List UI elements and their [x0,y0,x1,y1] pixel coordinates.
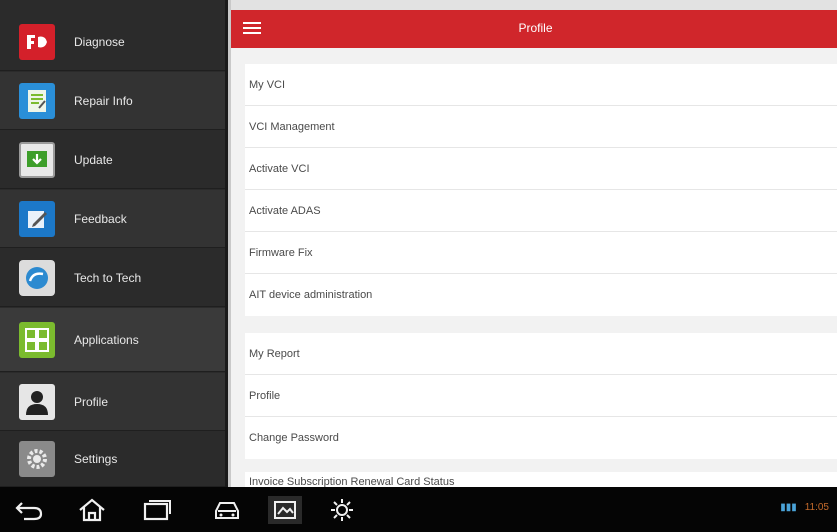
list-item-profile[interactable]: Profile [245,375,837,417]
sidebar-item-label: Tech to Tech [74,270,142,285]
profile-icon [19,383,55,420]
profile-group-account: My Report Profile Change Password [245,333,837,459]
sidebar-item-label: Settings [74,452,118,466]
update-icon [19,141,55,178]
screenshot-icon[interactable] [268,496,302,524]
profile-group-devices: My VCI VCI Management Activate VCI Activ… [245,64,837,316]
title-bar: Profile [231,10,837,48]
sidebar-item-label: Applications [74,332,139,347]
sidebar-item-label: Profile [74,394,109,409]
vehicle-icon[interactable] [210,496,244,524]
list-item-change-password[interactable]: Change Password [245,417,837,459]
sidebar-item-feedback[interactable]: Feedback [0,190,225,248]
home-icon[interactable] [75,496,109,524]
list-item-my-vci[interactable]: My VCI [245,64,837,106]
list-item-firmware-fix[interactable]: Firmware Fix [245,232,837,274]
sidebar-item-profile[interactable]: Profile [0,373,225,431]
status-area: ▮▮▮ 11:05 [780,502,829,513]
settings-icon [19,441,55,477]
list-item-vci-management[interactable]: VCI Management [245,106,837,148]
status-time: 11:05 [804,502,829,513]
list-item-activate-adas[interactable]: Activate ADAS [245,190,837,232]
sidebar-item-label: Feedback [74,211,127,226]
system-nav-bar: ▮▮▮ 11:05 [0,487,837,532]
sidebar-item-label: Update [74,152,113,167]
recent-apps-icon[interactable] [140,496,174,524]
sidebar-item-label: Diagnose [74,34,125,49]
main-panel: Profile My VCI VCI Management Activate V… [228,0,837,487]
sidebar-item-diagnose[interactable]: Diagnose [0,13,225,71]
list-item-ait-device-administration[interactable]: AIT device administration [245,274,837,316]
sidebar-item-settings[interactable]: Settings [0,432,225,487]
sidebar-item-update[interactable]: Update [0,131,225,189]
applications-icon [19,321,55,358]
sidebar: Diagnose Repair Info Update Feedback Tec… [0,0,225,487]
repair-info-icon [19,82,55,119]
sidebar-item-repair-info[interactable]: Repair Info [0,72,225,130]
list-item-invoice-subscription[interactable]: Invoice Subscription Renewal Card Status [245,472,837,487]
brightness-icon[interactable] [325,496,359,524]
diagnose-icon [19,23,55,60]
sidebar-item-applications[interactable]: Applications [0,308,225,372]
profile-group-subscription: Invoice Subscription Renewal Card Status [245,472,837,487]
sidebar-item-tech-to-tech[interactable]: Tech to Tech [0,249,225,307]
list-item-activate-vci[interactable]: Activate VCI [245,148,837,190]
signal-icon: ▮▮▮ [780,502,797,513]
back-icon[interactable] [12,496,46,524]
sidebar-item-label: Repair Info [74,93,133,108]
list-item-my-report[interactable]: My Report [245,333,837,375]
page-title: Profile [518,21,553,35]
tech-to-tech-icon [19,259,55,296]
top-strip [231,0,837,10]
feedback-icon [19,200,55,237]
